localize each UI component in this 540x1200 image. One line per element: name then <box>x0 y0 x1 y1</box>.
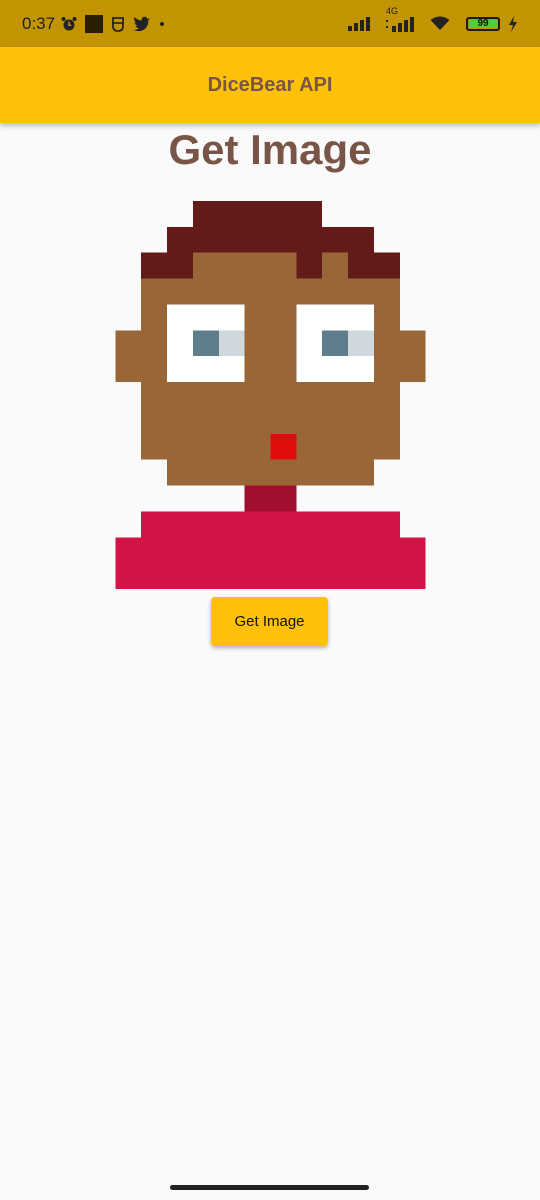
status-bar: 0:37 4G 99 <box>0 0 540 47</box>
avatar-image <box>115 201 426 589</box>
signal-icon <box>348 16 370 31</box>
status-time: 0:37 <box>22 13 56 33</box>
navigation-handle[interactable] <box>170 1185 369 1190</box>
twitter-icon <box>133 16 151 31</box>
network-type-label: 4G <box>386 5 399 16</box>
app-title: DiceBear API <box>207 73 333 96</box>
battery-icon: 99 <box>466 16 500 31</box>
alarm-icon <box>61 16 77 32</box>
avatar-shirt <box>115 511 426 589</box>
stop-icon <box>85 14 104 33</box>
get-image-button[interactable]: Get Image <box>211 597 328 646</box>
shield-app-icon <box>111 16 125 32</box>
avatar-mouth <box>270 433 297 460</box>
page-title: Get Image <box>168 126 372 173</box>
status-right-group: 4G 99 <box>348 6 518 32</box>
signal-4g-icon: 4G <box>386 6 414 32</box>
battery-level: 99 <box>477 18 489 29</box>
dot-icon <box>159 21 165 27</box>
app-bar: DiceBear API <box>0 47 540 123</box>
avatar-neck <box>244 485 297 512</box>
wifi-icon <box>430 16 450 31</box>
avatar-right-eye <box>296 304 374 383</box>
charging-icon <box>508 15 518 32</box>
avatar-left-eye <box>167 304 245 383</box>
